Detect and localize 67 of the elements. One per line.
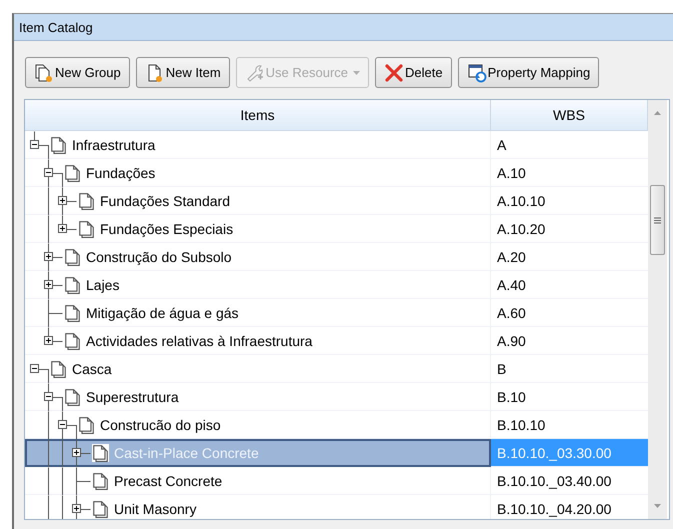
window-title: Item Catalog [14, 14, 673, 41]
expand-toggle[interactable] [72, 448, 81, 457]
scrollbar-thumb[interactable] [650, 185, 665, 255]
document-icon [64, 248, 81, 266]
wrench-icon [244, 62, 265, 82]
mapping-icon [466, 62, 487, 82]
toolbar-button[interactable]: New Group [25, 57, 130, 88]
tree-item[interactable]: Fundações [25, 159, 491, 187]
tree-item[interactable]: Fundações Standard [25, 187, 491, 215]
toolbar-button[interactable]: Property Mapping [458, 57, 600, 88]
collapse-toggle[interactable] [58, 420, 67, 429]
document-icon [64, 276, 81, 294]
expand-toggle[interactable] [72, 504, 81, 513]
document-icon [64, 304, 81, 322]
table-cell: A.20 [491, 243, 648, 271]
column-header[interactable]: WBS [491, 100, 648, 131]
document-icon [64, 164, 81, 182]
expand-toggle[interactable] [44, 336, 53, 345]
document-icon [50, 360, 67, 378]
group-icon [34, 62, 54, 82]
document-icon [64, 332, 81, 350]
tree-item[interactable]: Fundações Especiais [25, 215, 491, 243]
document-icon [92, 500, 109, 518]
table-cell: A.60 [491, 299, 648, 327]
tree-item[interactable]: Superestrutura [25, 383, 491, 411]
tree-item[interactable]: Unit Masonry [25, 495, 491, 519]
expand-toggle[interactable] [44, 252, 53, 261]
tree-item[interactable]: Infraestrutura [25, 131, 491, 159]
tree-item[interactable]: Construção do Subsolo [25, 243, 491, 271]
expand-toggle[interactable] [44, 280, 53, 289]
delete-button[interactable]: Delete [375, 57, 452, 88]
tree-item[interactable]: Casca [25, 355, 491, 383]
expand-toggle[interactable] [58, 196, 67, 205]
tree-connector [48, 467, 91, 495]
document-icon [78, 220, 95, 238]
collapse-toggle[interactable] [44, 168, 53, 177]
table-cell: B.10.10._04.20.00 [491, 495, 648, 519]
tree-item[interactable]: Lajes [25, 271, 491, 299]
table-cell: A [491, 131, 648, 159]
table-cell: B.10 [491, 383, 648, 411]
table-cell: A.10 [491, 159, 648, 187]
close-icon [384, 62, 404, 82]
table-cell: A.90 [491, 327, 648, 355]
tree-connector [34, 131, 49, 159]
tree-item[interactable]: Precast Concrete [25, 467, 491, 495]
table-cell: A.10.10 [491, 187, 648, 215]
table-cell: A.10.20 [491, 215, 648, 243]
tree-connector [48, 495, 91, 519]
tree-item[interactable]: Mitigação de água e gás [25, 299, 491, 327]
collapse-toggle[interactable] [30, 364, 39, 373]
document-icon [64, 388, 81, 406]
table-cell: B [491, 355, 648, 383]
table-cell: B.10.10._03.30.00 [491, 439, 648, 467]
table-cell: B.10.10._03.40.00 [491, 467, 648, 495]
tree-connector [48, 271, 63, 299]
document-icon [50, 136, 67, 154]
collapse-toggle[interactable] [30, 140, 39, 149]
expand-toggle[interactable] [58, 224, 67, 233]
table-cell: A.40 [491, 271, 648, 299]
tree-item[interactable]: Actividades relativas à Infraestrutura [25, 327, 491, 355]
document-icon [92, 444, 109, 462]
column-header[interactable]: Items [25, 100, 491, 131]
toolbar-button[interactable]: New Item [136, 57, 230, 88]
document-icon [78, 416, 95, 434]
document-icon [78, 192, 95, 210]
document-icon [92, 472, 109, 490]
collapse-toggle[interactable] [44, 392, 53, 401]
